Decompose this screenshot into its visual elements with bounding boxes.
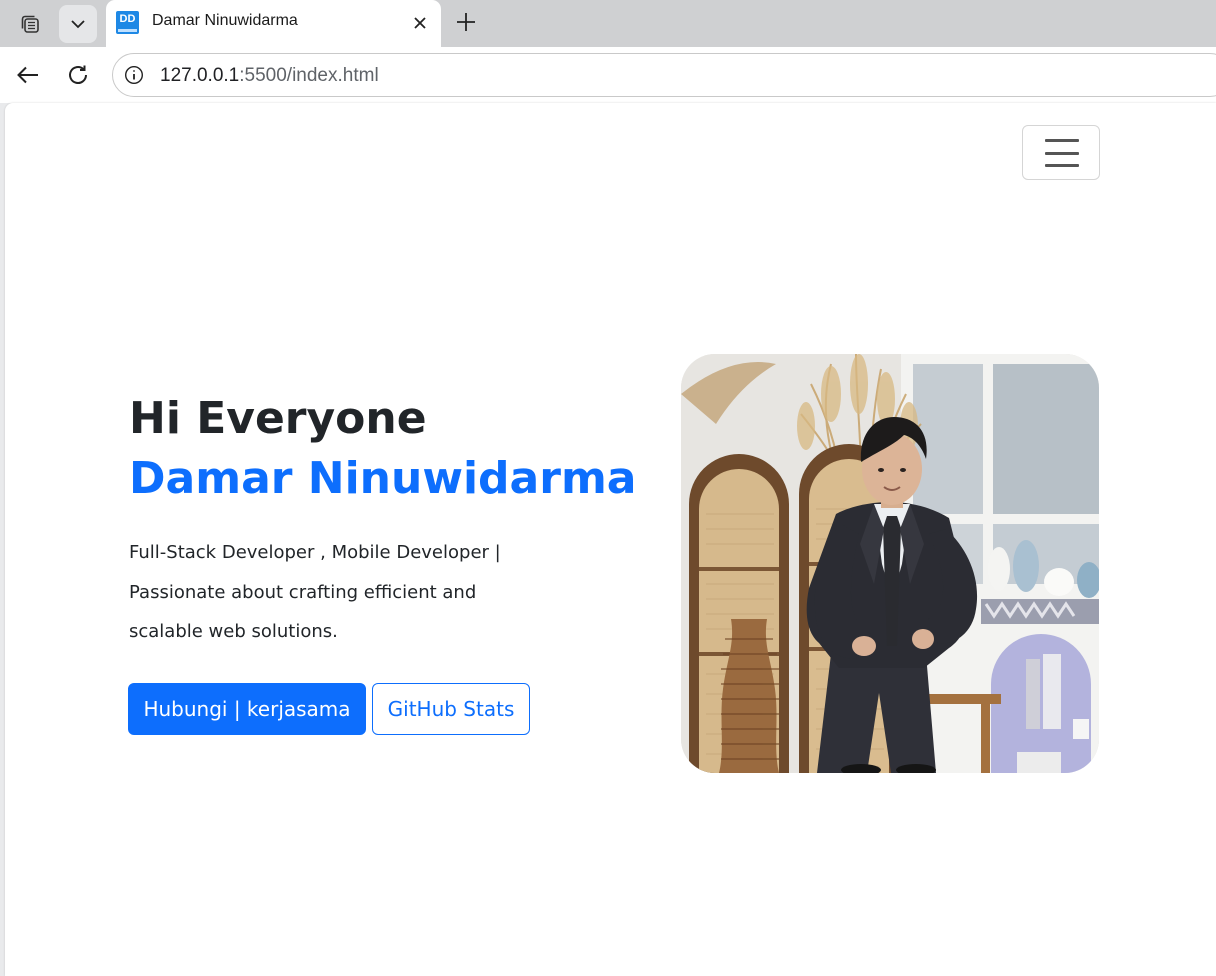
reload-button[interactable]	[62, 59, 94, 91]
url-host: 127.0.0.1	[160, 65, 240, 86]
contact-button[interactable]: Hubungi | kerjasama	[128, 683, 366, 735]
site-favicon: DD	[116, 11, 139, 34]
chevron-down-icon	[71, 20, 85, 29]
tab-strip: DD Damar Ninuwidarma	[0, 0, 1216, 47]
tab-list-button[interactable]	[59, 5, 97, 43]
navbar-toggler-button[interactable]	[1022, 125, 1100, 180]
close-tab-button[interactable]	[407, 10, 433, 36]
workspaces-icon	[21, 15, 39, 33]
back-button[interactable]	[12, 59, 44, 91]
reload-icon	[69, 65, 87, 84]
hero-description: Full-Stack Developer , Mobile Developer …	[129, 542, 501, 642]
page-viewport: Hi Everyone Damar Ninuwidarma Full-Stack…	[5, 103, 1216, 976]
url-path: :5500/index.html	[239, 65, 379, 86]
browser-toolbar: 127.0.0.1:5500/index.html	[0, 47, 1216, 103]
profile-photo	[681, 354, 1099, 773]
plus-icon	[457, 13, 475, 31]
new-tab-button[interactable]	[450, 6, 482, 38]
workspaces-button[interactable]	[11, 5, 49, 43]
close-icon	[414, 17, 426, 29]
address-bar[interactable]: 127.0.0.1:5500/index.html	[112, 53, 1216, 97]
info-icon[interactable]	[124, 65, 144, 85]
back-arrow-icon	[17, 66, 38, 84]
github-stats-button[interactable]: GitHub Stats	[372, 683, 530, 735]
url-text: 127.0.0.1:5500/index.html	[160, 65, 379, 87]
active-tab[interactable]: DD Damar Ninuwidarma	[106, 0, 441, 47]
hero-name: Damar Ninuwidarma	[129, 453, 637, 504]
hero-greeting: Hi Everyone	[129, 393, 427, 444]
tab-title: Damar Ninuwidarma	[152, 12, 298, 29]
